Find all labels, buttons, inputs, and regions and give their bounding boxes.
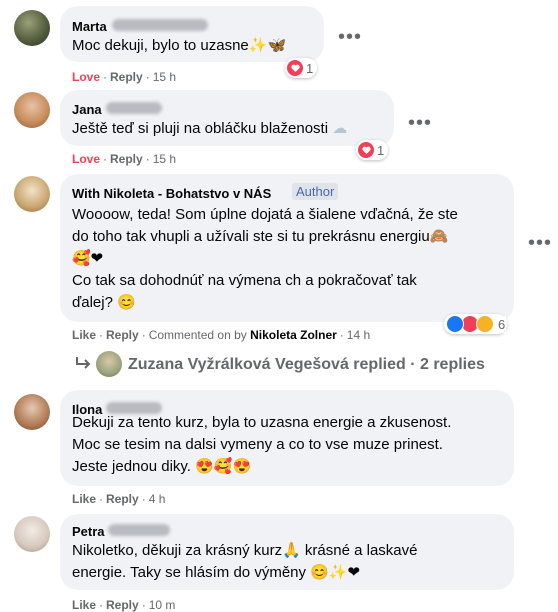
comment-actions: Like · Reply · 4 h: [72, 492, 166, 506]
comment-actions: Like · Reply · Commented on by Nikoleta Zoln…: [72, 328, 371, 342]
reaction-summary[interactable]: 1: [285, 58, 318, 78]
reaction-summary[interactable]: 1: [356, 140, 389, 160]
like-icon: [446, 315, 464, 333]
commenter-link[interactable]: Nikoleta Zolner: [250, 328, 337, 342]
comment-actions: Like · Reply · 10 m: [72, 598, 176, 612]
reply-arrow-icon: [76, 357, 91, 369]
love-button[interactable]: Love: [72, 70, 100, 84]
reply-button[interactable]: Reply: [106, 492, 139, 506]
reaction-summary[interactable]: 6: [444, 314, 508, 334]
redacted-name: [112, 19, 208, 31]
more-options-icon[interactable]: •••: [338, 27, 362, 47]
comment-author[interactable]: Petra: [72, 524, 105, 539]
timestamp[interactable]: 4 h: [149, 492, 166, 506]
comment-text: Nikoletko, děkuji za krásný kurz🙏 krásné…: [72, 542, 418, 581]
redacted-name: [108, 524, 170, 536]
reply-button[interactable]: Reply: [110, 152, 143, 166]
timestamp[interactable]: 10 m: [149, 598, 176, 612]
reply-button[interactable]: Reply: [106, 598, 139, 612]
timestamp[interactable]: 15 h: [153, 152, 176, 166]
comment-author[interactable]: Jana: [72, 102, 102, 117]
avatar[interactable]: [14, 176, 50, 212]
more-options-icon[interactable]: •••: [408, 113, 432, 133]
reply-button[interactable]: Reply: [106, 328, 139, 342]
comment-text: Ještě teď si pluji na obláčku blaženosti…: [72, 120, 348, 137]
heart-icon: [287, 60, 303, 76]
avatar[interactable]: [14, 394, 50, 430]
avatar[interactable]: [14, 516, 50, 552]
redacted-name: [106, 102, 162, 114]
comment-actions: Love · Reply · 15 h: [72, 70, 177, 84]
comment-actions: Love · Reply · 15 h: [72, 152, 177, 166]
haha-icon: [476, 315, 494, 333]
heart-icon: [358, 142, 374, 158]
more-options-icon[interactable]: •••: [528, 233, 552, 253]
comment-author[interactable]: Marta: [72, 19, 107, 34]
comment-author[interactable]: With Nikoleta - Bohatstvo v NÁS: [72, 186, 271, 201]
love-button[interactable]: Love: [72, 152, 100, 166]
timestamp[interactable]: 15 h: [153, 70, 176, 84]
reply-button[interactable]: Reply: [110, 70, 143, 84]
timestamp[interactable]: 14 h: [347, 328, 370, 342]
comment-text: Woooow, teda! Som úplne dojatá a šialene…: [72, 206, 458, 311]
comment-text: Moc dekuji, bylo to uzasne✨🦋: [72, 37, 287, 54]
like-button[interactable]: Like: [72, 492, 96, 506]
like-button[interactable]: Like: [72, 598, 96, 612]
view-replies-link[interactable]: Zuzana Vyžrálková Vegešová replied · 2 r…: [128, 356, 485, 374]
avatar[interactable]: [14, 10, 50, 46]
avatar[interactable]: [96, 351, 122, 377]
author-badge: Author: [292, 183, 339, 200]
comment-text: Dekuji za tento kurz, byla to uzasna ene…: [72, 414, 452, 475]
like-button[interactable]: Like: [72, 328, 96, 342]
avatar[interactable]: [14, 92, 50, 128]
